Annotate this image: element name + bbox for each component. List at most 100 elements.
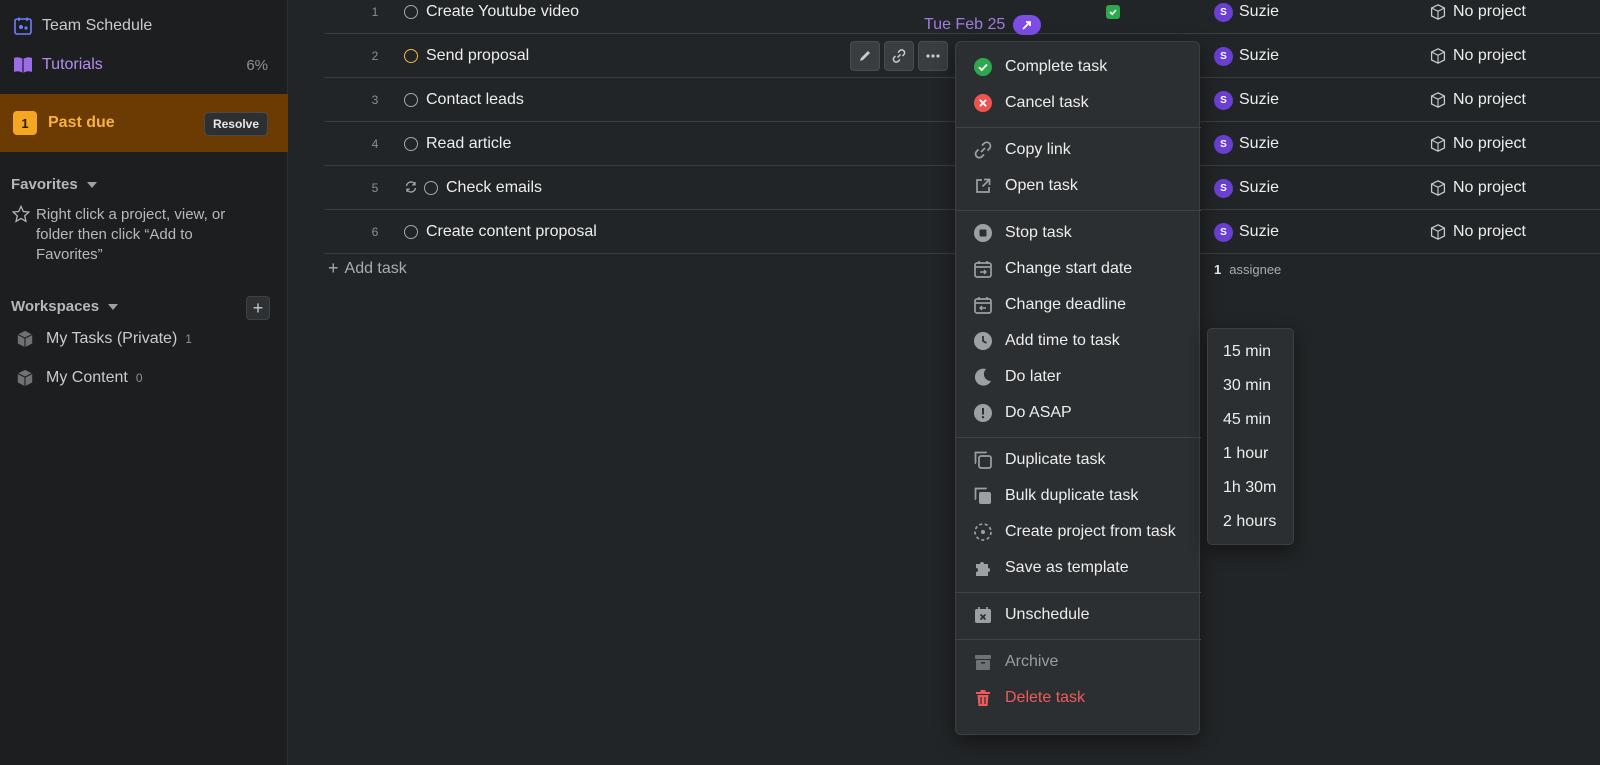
menu-divider <box>956 592 1201 593</box>
dashed-circle-icon <box>973 522 993 542</box>
nav-tutorials[interactable]: Tutorials 6% <box>12 51 268 79</box>
time-option-2-hours[interactable]: 2 hours <box>1223 513 1276 531</box>
trash-icon <box>973 688 993 708</box>
task-checkbox[interactable] <box>404 93 418 107</box>
chevron-down-icon <box>108 303 119 310</box>
task-checkbox[interactable] <box>404 225 418 239</box>
task-checkbox[interactable] <box>424 181 438 195</box>
task-assignee[interactable]: S Suzie <box>1214 122 1279 166</box>
task-title[interactable]: Create content proposal <box>426 210 597 254</box>
menu-item-change-deadline[interactable]: Change deadline <box>956 288 1201 322</box>
menu-item-label: Copy link <box>1005 141 1071 158</box>
task-checkbox[interactable] <box>404 49 418 63</box>
past-due-label: Past due <box>48 114 115 131</box>
task-checkbox[interactable] <box>404 5 418 19</box>
menu-item-do-later[interactable]: Do later <box>956 360 1201 394</box>
resolve-button[interactable]: Resolve <box>203 112 268 136</box>
task-title[interactable]: Create Youtube video <box>426 0 579 34</box>
scheduled-icon <box>1013 15 1042 35</box>
menu-item-open-task[interactable]: Open task <box>956 169 1201 203</box>
task-project[interactable]: No project <box>1430 166 1526 210</box>
time-option-1h-30m[interactable]: 1h 30m <box>1223 479 1276 497</box>
plus-icon: + <box>328 258 339 278</box>
time-option-15-min[interactable]: 15 min <box>1223 343 1271 361</box>
menu-item-save-as-template[interactable]: Save as template <box>956 551 1201 585</box>
task-title[interactable]: Check emails <box>446 166 542 210</box>
project-name: No project <box>1453 135 1526 152</box>
menu-item-create-project-from-task[interactable]: Create project from task <box>956 515 1201 549</box>
favorites-help-text: Right click a project, view, or folder t… <box>36 206 226 263</box>
assignee-summary: 1 assignee <box>1214 262 1281 277</box>
workspaces-heading[interactable]: Workspaces <box>11 298 119 315</box>
workspace-my-content[interactable]: My Content 0 <box>16 369 143 387</box>
book-icon <box>12 54 34 76</box>
tutorials-progress: 6% <box>246 56 268 74</box>
favorites-heading[interactable]: Favorites <box>11 176 97 193</box>
time-option-45-min[interactable]: 45 min <box>1223 411 1271 429</box>
workspace-count: 0 <box>135 371 143 385</box>
row-number: 1 <box>371 5 379 19</box>
more-button[interactable] <box>918 41 948 71</box>
menu-item-delete-task[interactable]: Delete task <box>956 681 1201 715</box>
menu-item-copy-link[interactable]: Copy link <box>956 133 1201 167</box>
task-project[interactable]: No project <box>1430 122 1526 166</box>
task-assignee[interactable]: S Suzie <box>1214 0 1279 34</box>
avatar: S <box>1214 134 1233 154</box>
task-project[interactable]: No project <box>1430 34 1526 78</box>
workspace-cube-icon <box>16 330 36 348</box>
project-name: No project <box>1453 91 1526 108</box>
menu-divider <box>956 127 1201 128</box>
menu-item-change-start-date[interactable]: Change start date <box>956 252 1201 286</box>
ellipsis-icon <box>926 54 940 58</box>
task-assignee[interactable]: S Suzie <box>1214 210 1279 254</box>
workspace-label: My Content <box>46 369 128 386</box>
task-checkbox[interactable] <box>404 137 418 151</box>
add-task-button[interactable]: + Add task <box>328 258 407 279</box>
menu-item-cancel-task[interactable]: Cancel task <box>956 86 1201 120</box>
copy-link-button[interactable] <box>884 41 914 71</box>
task-assignee[interactable]: S Suzie <box>1214 78 1279 122</box>
avatar: S <box>1214 222 1233 242</box>
archive-icon <box>973 652 993 672</box>
edit-button[interactable] <box>850 41 880 71</box>
menu-item-archive[interactable]: Archive <box>956 645 1201 679</box>
add-workspace-button[interactable]: + <box>246 296 270 320</box>
past-due-banner[interactable]: 1 Past due Resolve <box>0 94 288 152</box>
avatar: S <box>1214 2 1233 22</box>
menu-item-complete-task[interactable]: Complete task <box>956 50 1201 84</box>
task-project[interactable]: No project <box>1430 210 1526 254</box>
row-number: 6 <box>371 225 379 239</box>
time-option-1-hour[interactable]: 1 hour <box>1223 445 1268 463</box>
nav-team-schedule[interactable]: Team Schedule <box>12 12 152 40</box>
assignee-name: Suzie <box>1239 179 1280 196</box>
sidebar: Team Schedule Tutorials 6% 1 Past due Re… <box>0 0 288 765</box>
time-option-30-min[interactable]: 30 min <box>1223 377 1271 395</box>
calendar-x-icon <box>973 605 993 625</box>
menu-item-label: Bulk duplicate task <box>1005 487 1139 504</box>
task-title[interactable]: Read article <box>426 122 511 166</box>
check-circle-icon <box>973 57 993 77</box>
task-title[interactable]: Contact leads <box>426 78 524 122</box>
menu-item-add-time[interactable]: Add time to task <box>956 324 1201 358</box>
task-title[interactable]: Send proposal <box>426 34 529 78</box>
menu-item-label: Archive <box>1005 653 1059 670</box>
assignee-summary-label: assignee <box>1229 262 1282 277</box>
menu-item-do-asap[interactable]: Do ASAP <box>956 396 1201 430</box>
menu-item-duplicate-task[interactable]: Duplicate task <box>956 443 1201 477</box>
workspace-my-tasks[interactable]: My Tasks (Private) 1 <box>16 330 192 348</box>
workspace-cube-icon <box>16 369 36 387</box>
menu-item-label: Cancel task <box>1005 94 1089 111</box>
menu-item-stop-task[interactable]: Stop task <box>956 216 1201 250</box>
task-assignee[interactable]: S Suzie <box>1214 34 1279 78</box>
calendar-start-icon <box>973 259 993 279</box>
assignee-name: Suzie <box>1239 135 1280 152</box>
project-cube-icon <box>1430 180 1446 196</box>
menu-item-bulk-duplicate-task[interactable]: Bulk duplicate task <box>956 479 1201 513</box>
moon-icon <box>973 367 993 387</box>
menu-divider <box>956 210 1201 211</box>
task-project[interactable]: No project <box>1430 0 1526 34</box>
task-project[interactable]: No project <box>1430 78 1526 122</box>
past-due-count: 1 <box>13 111 37 135</box>
menu-item-unschedule[interactable]: Unschedule <box>956 598 1201 632</box>
task-assignee[interactable]: S Suzie <box>1214 166 1279 210</box>
